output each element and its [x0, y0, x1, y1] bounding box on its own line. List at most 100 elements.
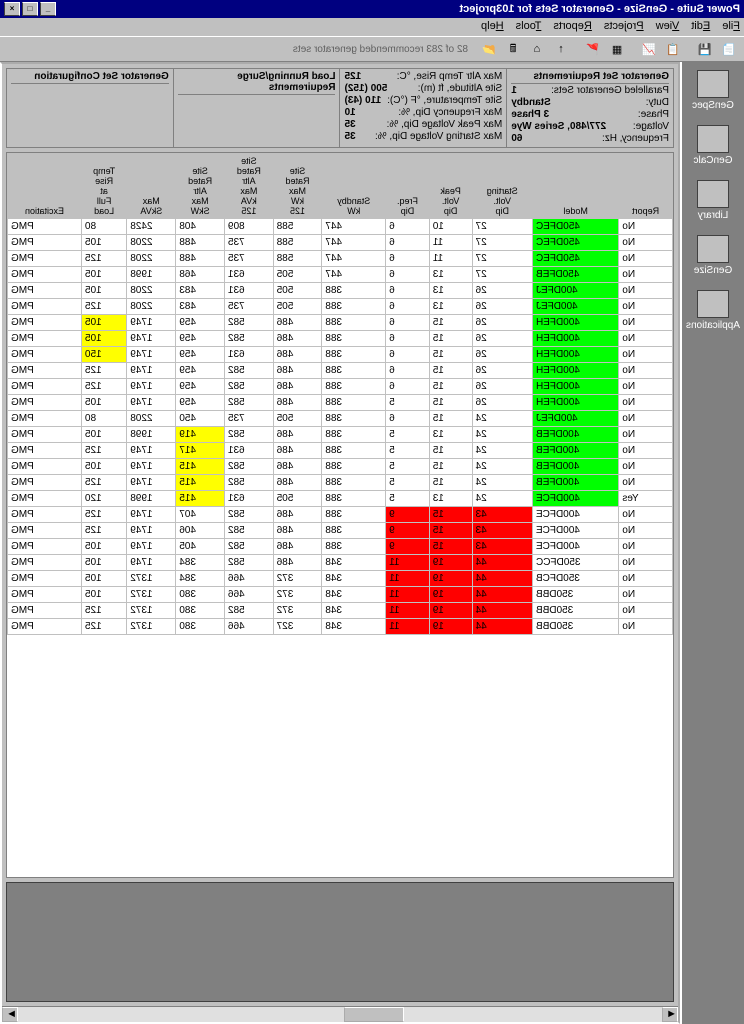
info-row: Paralleled Generator Sets:1 — [511, 85, 669, 97]
sidebar-item-genspec[interactable]: GenSpec — [682, 66, 744, 121]
col-header[interactable]: Report — [619, 154, 673, 219]
tool-up-icon[interactable]: ↑ — [550, 38, 572, 60]
cell: 125 — [81, 443, 126, 459]
table-row[interactable]: No400DFEB241353884865824191998105PMG — [8, 427, 673, 443]
cell: 105 — [81, 283, 126, 299]
table-row[interactable]: No400DFEH261563884866314591749150PMG — [8, 347, 673, 363]
col-header[interactable]: StartingVolt.Dip — [472, 154, 532, 219]
table-row[interactable]: No400DFEJ261363885057354832208125PMG — [8, 299, 673, 315]
cell: 384 — [176, 571, 225, 587]
grid-wrap[interactable]: ReportModelStartingVolt.DipPeakVolt.DipF… — [6, 152, 674, 878]
tool-home-icon[interactable]: ⌂ — [526, 38, 548, 60]
tool-open-icon[interactable]: 📂 — [478, 38, 500, 60]
cell: 405 — [176, 539, 225, 555]
table-row[interactable]: No350DBB4419113483274663801372125PMG — [8, 619, 673, 635]
tool-save-icon[interactable]: 💾 — [694, 38, 716, 60]
col-header[interactable]: SiteRatedAltrMaxSkW — [176, 154, 225, 219]
table-row[interactable]: No400DFEH261553884865824591749105PMG — [8, 395, 673, 411]
tool-calc-icon[interactable]: 🖩 — [502, 38, 524, 60]
cell: 13 — [429, 283, 472, 299]
cell: 125 — [81, 475, 126, 491]
table-row[interactable]: No400DFEB241553884865824151749105PMG — [8, 459, 673, 475]
cell: 1998 — [127, 491, 176, 507]
table-row[interactable]: No400DFEJ24156388505735450220880PMG — [8, 411, 673, 427]
table-row[interactable]: No400DFEB241553884865824151749125PMG — [8, 475, 673, 491]
table-row[interactable]: No450DFEC271164475887354882208125PMG — [8, 251, 673, 267]
table-row[interactable]: No400DFEH261563884865824591749105PMG — [8, 331, 673, 347]
menu-reports[interactable]: Reports — [553, 20, 592, 34]
cell: 631 — [224, 491, 273, 507]
cell: 80 — [81, 219, 126, 235]
minimize-button[interactable]: _ — [40, 2, 56, 16]
menu-file[interactable]: File — [722, 20, 740, 34]
table-row[interactable]: No400DFEH261563884865824591749125PMG — [8, 363, 673, 379]
cell: No — [619, 539, 673, 555]
menu-help[interactable]: Help — [481, 20, 504, 34]
col-header[interactable]: StandbykW — [322, 154, 386, 219]
cell: 24 — [472, 411, 532, 427]
table-row[interactable]: No400DFCE431593884865824051749105PMG — [8, 539, 673, 555]
col-header[interactable]: SiteRatedMaxkW125 — [273, 154, 322, 219]
menu-view[interactable]: View — [656, 20, 680, 34]
table-row[interactable]: No400DFCE431593884865824061749125PMG — [8, 523, 673, 539]
col-header[interactable]: SiteRatedAltrMaxkVA125 — [224, 154, 273, 219]
col-header[interactable]: PeakVolt.Dip — [429, 154, 472, 219]
cell: PMG — [8, 443, 82, 459]
cell: 2208 — [127, 299, 176, 315]
info-row: Max Starting Voltage Dip, %:35 — [345, 131, 503, 143]
table-row[interactable]: No350DFCC4419113484865823841749105PMG — [8, 555, 673, 571]
col-header[interactable]: Model — [532, 154, 618, 219]
scroll-left-icon[interactable]: ◄ — [662, 1007, 678, 1022]
cell: PMG — [8, 603, 82, 619]
sidebar-item-gensize[interactable]: GenSize — [682, 231, 744, 286]
table-row[interactable]: No400DFEH261563884865824591749125PMG — [8, 379, 673, 395]
col-header[interactable]: TempRiseatFullLoad — [81, 154, 126, 219]
table-row[interactable]: No400DFEJ261363885056314832208105PMG — [8, 283, 673, 299]
col-header[interactable]: Excitation — [8, 154, 82, 219]
horizontal-scrollbar[interactable]: ◄ ► — [2, 1006, 678, 1022]
scroll-right-icon[interactable]: ► — [2, 1007, 18, 1022]
sidebar-item-applications[interactable]: Applications — [682, 286, 744, 341]
cell: 10 — [429, 219, 472, 235]
table-row[interactable]: Yes400DFCE241353885056314151998120PMG — [8, 491, 673, 507]
col-header[interactable]: MaxSkVA — [127, 154, 176, 219]
table-row[interactable]: No400DFEH261563884865824591749105PMG — [8, 315, 673, 331]
cell: PMG — [8, 475, 82, 491]
tool-grid-icon[interactable]: ▦ — [606, 38, 628, 60]
sidebar-item-library[interactable]: Library — [682, 176, 744, 231]
close-button[interactable]: × — [4, 2, 20, 16]
cell: No — [619, 507, 673, 523]
gencalc-icon — [697, 125, 729, 153]
table-row[interactable]: No400DFCE431593884865824071749125PMG — [8, 507, 673, 523]
menu-edit[interactable]: Edit — [691, 20, 710, 34]
table-row[interactable]: No350DFCB4419113483724663841372105PMG — [8, 571, 673, 587]
cell: 1749 — [127, 379, 176, 395]
menu-tools[interactable]: Tools — [516, 20, 542, 34]
table-row[interactable]: No400DFEB241553884866314171749125PMG — [8, 443, 673, 459]
tool-chart-icon[interactable]: 📈 — [638, 38, 660, 60]
cell: 388 — [322, 491, 386, 507]
table-row[interactable]: No450DFEB271364475056314681998105PMG — [8, 267, 673, 283]
maximize-button[interactable]: □ — [22, 2, 38, 16]
cell: 43 — [472, 523, 532, 539]
tool-flag-icon[interactable]: 🚩 — [582, 38, 604, 60]
cell: 450DFEC — [532, 219, 618, 235]
tool-report-icon[interactable]: 📋 — [662, 38, 684, 60]
cell: 400DFCE — [532, 539, 618, 555]
table-row[interactable]: No350DBB4419113483724663801372105PMG — [8, 587, 673, 603]
genset-table: ReportModelStartingVolt.DipPeakVolt.DipF… — [7, 153, 673, 635]
cell: 486 — [273, 539, 322, 555]
col-header[interactable]: Freq.Dip — [386, 154, 430, 219]
cell: 6 — [386, 315, 430, 331]
cell: 2208 — [127, 411, 176, 427]
table-row[interactable]: No350DBB4419113483725823801372125PMG — [8, 603, 673, 619]
cell: 415 — [176, 475, 225, 491]
cell: 105 — [81, 459, 126, 475]
table-row[interactable]: No450DFEC271164475887354882208105PMG — [8, 235, 673, 251]
table-row[interactable]: No450DFEC27106447588809408242880PMG — [8, 219, 673, 235]
cell: 582 — [224, 315, 273, 331]
tool-new-icon[interactable]: 📄 — [718, 38, 740, 60]
sidebar-item-gencalc[interactable]: GenCalc — [682, 121, 744, 176]
scroll-thumb[interactable] — [344, 1007, 404, 1022]
menu-projects[interactable]: Projects — [604, 20, 644, 34]
